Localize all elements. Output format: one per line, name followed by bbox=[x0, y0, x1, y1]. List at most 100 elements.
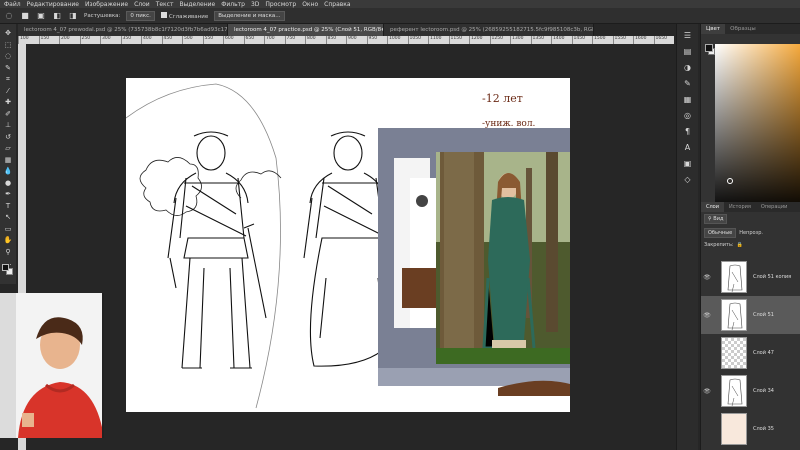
document-canvas[interactable]: -12 лет -униж. вол. - bbox=[126, 78, 570, 412]
document-tab-label: lectoroom 4_07 practice.psd @ 25% (Слой … bbox=[234, 27, 384, 33]
lock-label: Закрепить: bbox=[704, 242, 734, 248]
swatches-icon[interactable]: ▦ bbox=[683, 94, 693, 104]
path-select-icon[interactable]: ↖ bbox=[3, 212, 13, 223]
menu-item-1[interactable]: Редактирование bbox=[27, 1, 79, 8]
lasso-tool-icon[interactable]: ◌ bbox=[4, 11, 14, 21]
channels-icon[interactable]: ▣ bbox=[683, 158, 693, 168]
layer-row[interactable]: 👁 Слой 51 копия bbox=[701, 258, 800, 296]
note-line-2: -униж. вол. bbox=[482, 119, 536, 129]
healing-brush-icon[interactable]: ✚ bbox=[3, 97, 13, 108]
ruler-tick: 1450 bbox=[571, 36, 593, 44]
crop-icon[interactable]: ⌗ bbox=[3, 74, 13, 85]
menu-item-5[interactable]: Выделение bbox=[179, 1, 215, 8]
paths-icon[interactable]: ◇ bbox=[683, 174, 693, 184]
quick-select-icon[interactable]: ✎ bbox=[3, 63, 13, 74]
history-brush-icon[interactable]: ↺ bbox=[3, 132, 13, 143]
tab-layers[interactable]: Слои bbox=[701, 202, 724, 212]
opacity-label: Непрозр. bbox=[739, 230, 763, 236]
options-bar: ◌ ■ ▣ ◧ ◨ Растушевка: 0 пикс. Сглаживани… bbox=[0, 8, 800, 24]
layer-filter-select[interactable]: ⚲ Вид bbox=[704, 214, 728, 224]
brush-settings-icon[interactable]: ✎ bbox=[683, 78, 693, 88]
menu-item-7[interactable]: 3D bbox=[251, 1, 259, 8]
menu-item-2[interactable]: Изображение bbox=[85, 1, 128, 8]
toolbox: ✥ ⬚ ◌ ✎ ⌗ ⁄ ✚ ✐ ⊥ ↺ ▱ ▦ 💧 ● ✒ T ↖ ▭ ✋ ⚲ … bbox=[0, 24, 16, 284]
ruler-tick: 700 bbox=[264, 36, 285, 44]
ruler-tick: 450 bbox=[161, 36, 183, 44]
menu-item-8[interactable]: Просмотр bbox=[265, 1, 296, 8]
color-picker-field[interactable] bbox=[715, 44, 800, 214]
blend-mode-select[interactable]: Обычные bbox=[704, 228, 737, 238]
ruler-tick: 1350 bbox=[530, 36, 552, 44]
menu-item-9[interactable]: Окно bbox=[302, 1, 318, 8]
tab-actions[interactable]: Операции bbox=[756, 202, 792, 212]
document-tab-0[interactable]: lectoroom 4_07 prewodal.psd @ 25% (73573… bbox=[18, 24, 228, 36]
select-and-mask-button[interactable]: Выделение и маска... bbox=[214, 10, 285, 21]
gradient-icon[interactable]: ▦ bbox=[3, 155, 13, 166]
styles-icon[interactable]: ◎ bbox=[683, 110, 693, 120]
stamp-icon[interactable]: ⊥ bbox=[3, 120, 13, 131]
color-panel-tabs: Цвет Образцы bbox=[701, 24, 800, 34]
layer-thumbnail bbox=[721, 337, 747, 369]
antialias-label: Сглаживание bbox=[168, 13, 209, 20]
layer-row[interactable]: 👁 Слой 51 bbox=[701, 296, 800, 334]
lock-icon[interactable]: 🔒 bbox=[737, 242, 743, 248]
ruler-tick: 800 bbox=[305, 36, 326, 44]
hand-icon[interactable]: ✋ bbox=[3, 235, 13, 246]
ruler-tick: 600 bbox=[223, 36, 244, 44]
document-tab-1[interactable]: lectoroom 4_07 practice.psd @ 25% (Слой … bbox=[228, 24, 384, 36]
move-tool-icon[interactable]: ✥ bbox=[3, 28, 13, 39]
subtract-selection-icon[interactable]: ◧ bbox=[52, 11, 62, 21]
tab-color[interactable]: Цвет bbox=[701, 24, 726, 34]
pen-icon[interactable]: ✒ bbox=[3, 189, 13, 200]
visibility-eye-icon[interactable]: 👁 bbox=[701, 388, 713, 395]
paragraph-icon[interactable]: ¶ bbox=[683, 126, 693, 136]
add-selection-icon[interactable]: ▣ bbox=[36, 11, 46, 21]
eyedropper-icon[interactable]: ⁄ bbox=[3, 86, 13, 97]
ruler-tick: 900 bbox=[346, 36, 367, 44]
tab-swatches[interactable]: Образцы bbox=[725, 24, 761, 34]
menu-item-10[interactable]: Справка bbox=[324, 1, 350, 8]
foreground-color-swatch[interactable] bbox=[2, 264, 9, 271]
adjustments-icon[interactable]: ◑ bbox=[683, 62, 693, 72]
character-icon[interactable]: A bbox=[683, 142, 693, 152]
panel-icon-strip: ☰ ▤ ◑ ✎ ▦ ◎ ¶ A ▣ ◇ bbox=[676, 24, 698, 450]
document-tab-2[interactable]: референт lectoroom.psd @ 25% (2685925518… bbox=[384, 24, 594, 36]
lasso-icon[interactable]: ◌ bbox=[3, 51, 13, 62]
feather-input[interactable]: 0 пикс. bbox=[126, 10, 155, 21]
menu-item-0[interactable]: Файл bbox=[4, 1, 21, 8]
blur-icon[interactable]: 💧 bbox=[3, 166, 13, 177]
feather-label: Растушевка: bbox=[84, 12, 121, 19]
menu-item-3[interactable]: Слои bbox=[134, 1, 150, 8]
ruler-tick: 1250 bbox=[489, 36, 511, 44]
panel-fg-swatch[interactable] bbox=[705, 44, 713, 52]
visibility-eye-icon[interactable]: 👁 bbox=[701, 312, 713, 319]
ruler-tick: 1100 bbox=[428, 36, 449, 44]
properties-icon[interactable]: ▤ bbox=[683, 46, 693, 56]
color-picker-handle[interactable] bbox=[727, 178, 733, 184]
intersect-selection-icon[interactable]: ◨ bbox=[68, 11, 78, 21]
ruler-tick: 1300 bbox=[510, 36, 531, 44]
menu-item-4[interactable]: Текст bbox=[156, 1, 174, 8]
type-icon[interactable]: T bbox=[3, 201, 13, 212]
history-icon[interactable]: ☰ bbox=[683, 30, 693, 40]
tab-history[interactable]: История bbox=[724, 202, 756, 212]
layer-row[interactable]: Слой 35 bbox=[701, 410, 800, 448]
new-selection-icon[interactable]: ■ bbox=[20, 11, 30, 21]
antialias-checkbox[interactable]: Сглаживание bbox=[160, 11, 209, 20]
ruler-tick: 400 bbox=[141, 36, 162, 44]
layer-row[interactable]: 👁 Слой 34 bbox=[701, 372, 800, 410]
reference-photo bbox=[436, 152, 570, 364]
zoom-icon[interactable]: ⚲ bbox=[3, 247, 13, 258]
eraser-icon[interactable]: ▱ bbox=[3, 143, 13, 154]
menu-item-6[interactable]: Фильтр bbox=[221, 1, 245, 8]
visibility-eye-icon[interactable]: 👁 bbox=[701, 274, 713, 281]
layer-row[interactable]: Слой 47 bbox=[701, 334, 800, 372]
ruler-tick: 300 bbox=[100, 36, 121, 44]
marquee-tool-icon[interactable]: ⬚ bbox=[3, 40, 13, 51]
dodge-icon[interactable]: ● bbox=[3, 178, 13, 189]
brush-icon[interactable]: ✐ bbox=[3, 109, 13, 120]
document-tab-label: референт lectoroom.psd @ 25% (2685925518… bbox=[390, 27, 594, 33]
shape-icon[interactable]: ▭ bbox=[3, 224, 13, 235]
horizontal-ruler: 100 150 200 250 300 350 400 450 500 550 600 650 700 7… bbox=[18, 36, 674, 44]
canvas-area[interactable]: -12 лет -униж. вол. - bbox=[26, 44, 674, 450]
